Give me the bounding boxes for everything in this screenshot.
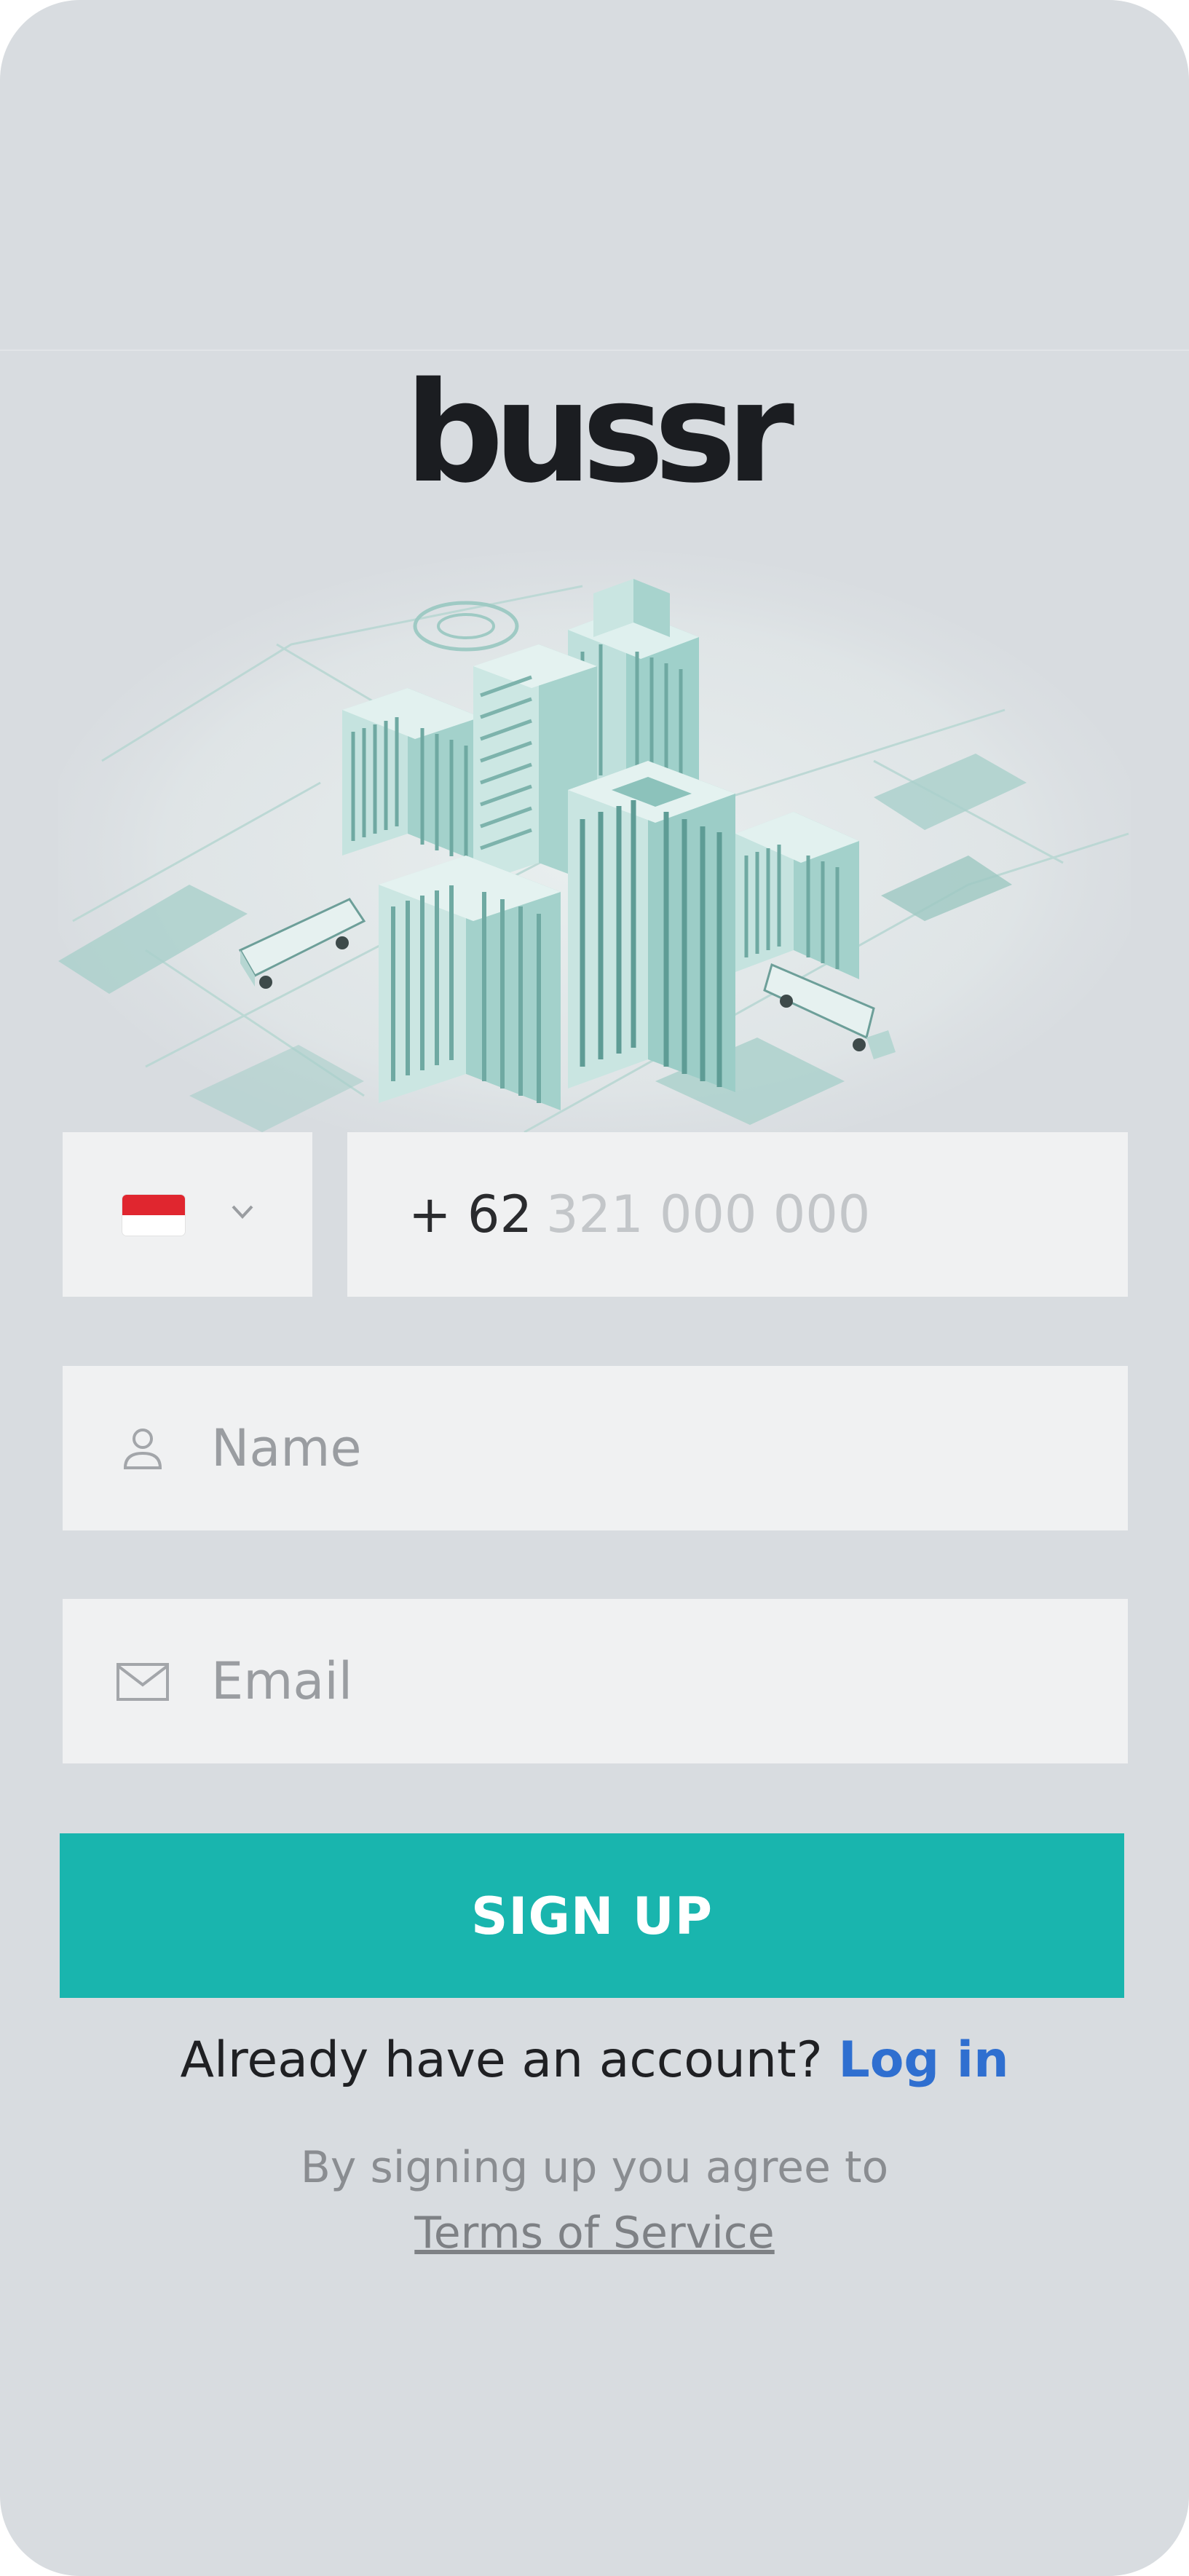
envelope-icon	[116, 1663, 169, 1701]
person-icon	[123, 1429, 162, 1469]
country-code-select[interactable]	[63, 1132, 312, 1297]
terms-text: By signing up you agree to	[300, 2142, 889, 2193]
name-field[interactable]: Name	[63, 1366, 1128, 1530]
email-field[interactable]: Email	[63, 1599, 1128, 1763]
phone-country-prefix: + 62	[408, 1185, 532, 1244]
login-prompt-text: Already have an account?	[180, 2031, 823, 2089]
indonesia-flag-icon	[122, 1195, 185, 1236]
log-in-link[interactable]: Log in	[838, 2031, 1008, 2089]
status-bar-area	[0, 0, 1189, 351]
sign-up-button[interactable]: SIGN UP	[60, 1833, 1124, 1998]
signup-screen: bussr + 62 321 000 000 Name Email SIGN U…	[0, 0, 1189, 2576]
terms-of-service-link[interactable]: Terms of Service	[0, 2208, 1189, 2259]
email-placeholder: Email	[211, 1651, 353, 1711]
name-placeholder: Name	[211, 1418, 362, 1478]
chevron-down-icon	[232, 1205, 253, 1219]
bussr-logo: bussr	[404, 352, 794, 513]
login-prompt-line: Already have an account? Log in	[0, 2031, 1189, 2089]
phone-number-field[interactable]: + 62 321 000 000	[347, 1132, 1128, 1297]
phone-placeholder: 321 000 000	[546, 1185, 871, 1244]
city-illustration	[58, 550, 1131, 1132]
